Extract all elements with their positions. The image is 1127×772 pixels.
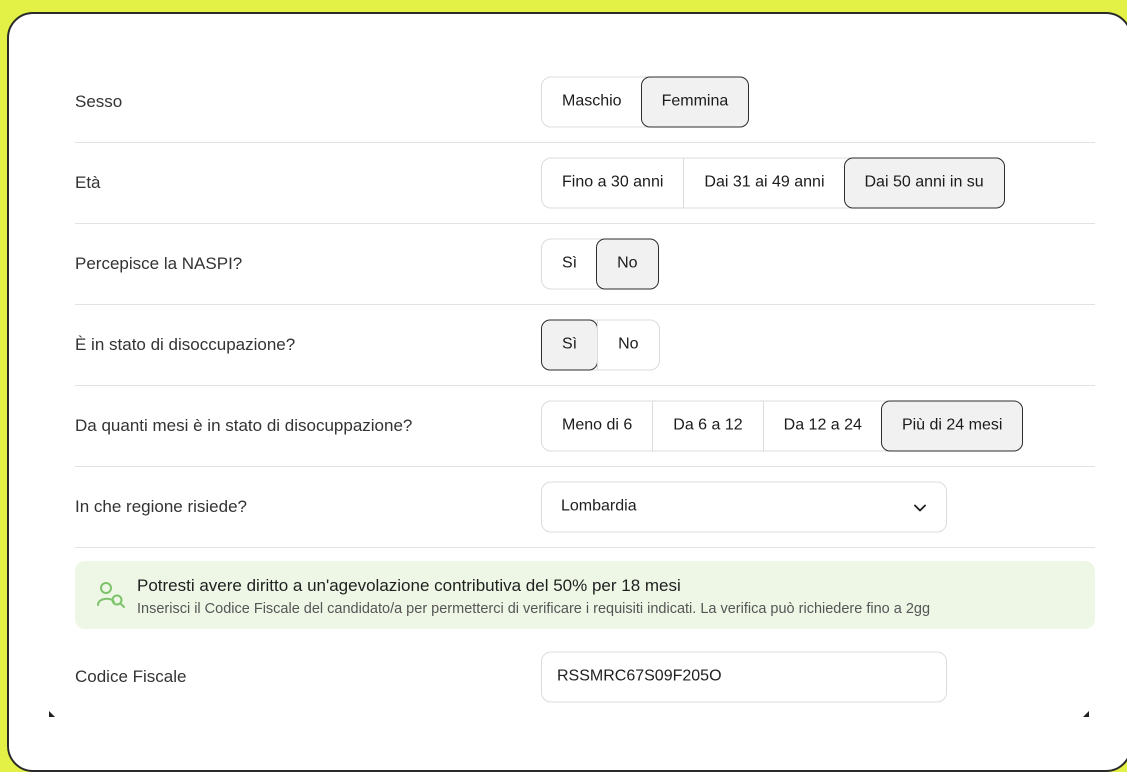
codice-fiscale-label: Codice Fiscale (75, 666, 187, 686)
option-meno-6[interactable]: Meno di 6 (542, 401, 652, 450)
form-card: Sesso Maschio Femmina Età Fino a 30 anni… (7, 12, 1127, 772)
chevron-down-icon[interactable] (912, 499, 928, 520)
regione-select[interactable]: Lombardia (541, 481, 947, 532)
row-regione: In che regione risiede? Lombardia (75, 466, 1095, 548)
option-fino-30[interactable]: Fino a 30 anni (542, 158, 683, 207)
naspi-label: Percepisce la NASPI? (75, 253, 243, 273)
sesso-label: Sesso (75, 91, 123, 111)
eta-label: Età (75, 172, 101, 192)
option-12-24[interactable]: Da 12 a 24 (762, 401, 882, 450)
row-disoccupazione: È in stato di disoccupazione? Sì No (75, 304, 1095, 386)
mesi-segmented: Meno di 6 Da 6 a 12 Da 12 a 24 Più di 24… (541, 400, 1024, 451)
row-codice-fiscale: Codice Fiscale RSSMRC67S09F205O (75, 636, 1095, 717)
disoccupazione-label: È in stato di disoccupazione? (75, 334, 296, 354)
row-eta: Età Fino a 30 anni Dai 31 ai 49 anni Dai… (75, 142, 1095, 224)
codice-fiscale-input[interactable]: RSSMRC67S09F205O (541, 651, 947, 702)
option-disocc-si[interactable]: Sì (541, 319, 599, 370)
eligibility-banner: Potresti avere diritto a un'agevolazione… (75, 561, 1095, 629)
corner-mark-right (1083, 711, 1089, 717)
row-mesi: Da quanti mesi è in stato di disocuppazi… (75, 385, 1095, 467)
eta-segmented: Fino a 30 anni Dai 31 ai 49 anni Dai 50 … (541, 157, 1005, 208)
disoccupazione-segmented: Sì No (541, 319, 660, 370)
regione-label: In che regione risiede? (75, 496, 248, 516)
corner-mark-left (49, 711, 55, 717)
mesi-label: Da quanti mesi è in stato di disocuppazi… (75, 415, 413, 435)
sesso-segmented: Maschio Femmina (541, 76, 750, 127)
option-femmina[interactable]: Femmina (640, 76, 750, 127)
option-naspi-si[interactable]: Sì (542, 239, 597, 288)
option-piu-24[interactable]: Più di 24 mesi (880, 400, 1024, 451)
banner-text: Inserisci il Codice Fiscale del candidat… (137, 601, 931, 617)
option-disocc-no[interactable]: No (597, 320, 658, 369)
user-search-icon (96, 581, 126, 614)
option-naspi-no[interactable]: No (596, 238, 659, 289)
banner-title: Potresti avere diritto a un'agevolazione… (137, 576, 681, 595)
regione-value: Lombardia (561, 497, 637, 515)
option-31-49[interactable]: Dai 31 ai 49 anni (683, 158, 844, 207)
naspi-segmented: Sì No (541, 238, 659, 289)
option-6-12[interactable]: Da 6 a 12 (652, 401, 762, 450)
option-maschio[interactable]: Maschio (542, 77, 642, 126)
option-50-su[interactable]: Dai 50 anni in su (843, 157, 1005, 208)
row-sesso: Sesso Maschio Femmina (75, 61, 1095, 143)
row-naspi: Percepisce la NASPI? Sì No (75, 223, 1095, 305)
